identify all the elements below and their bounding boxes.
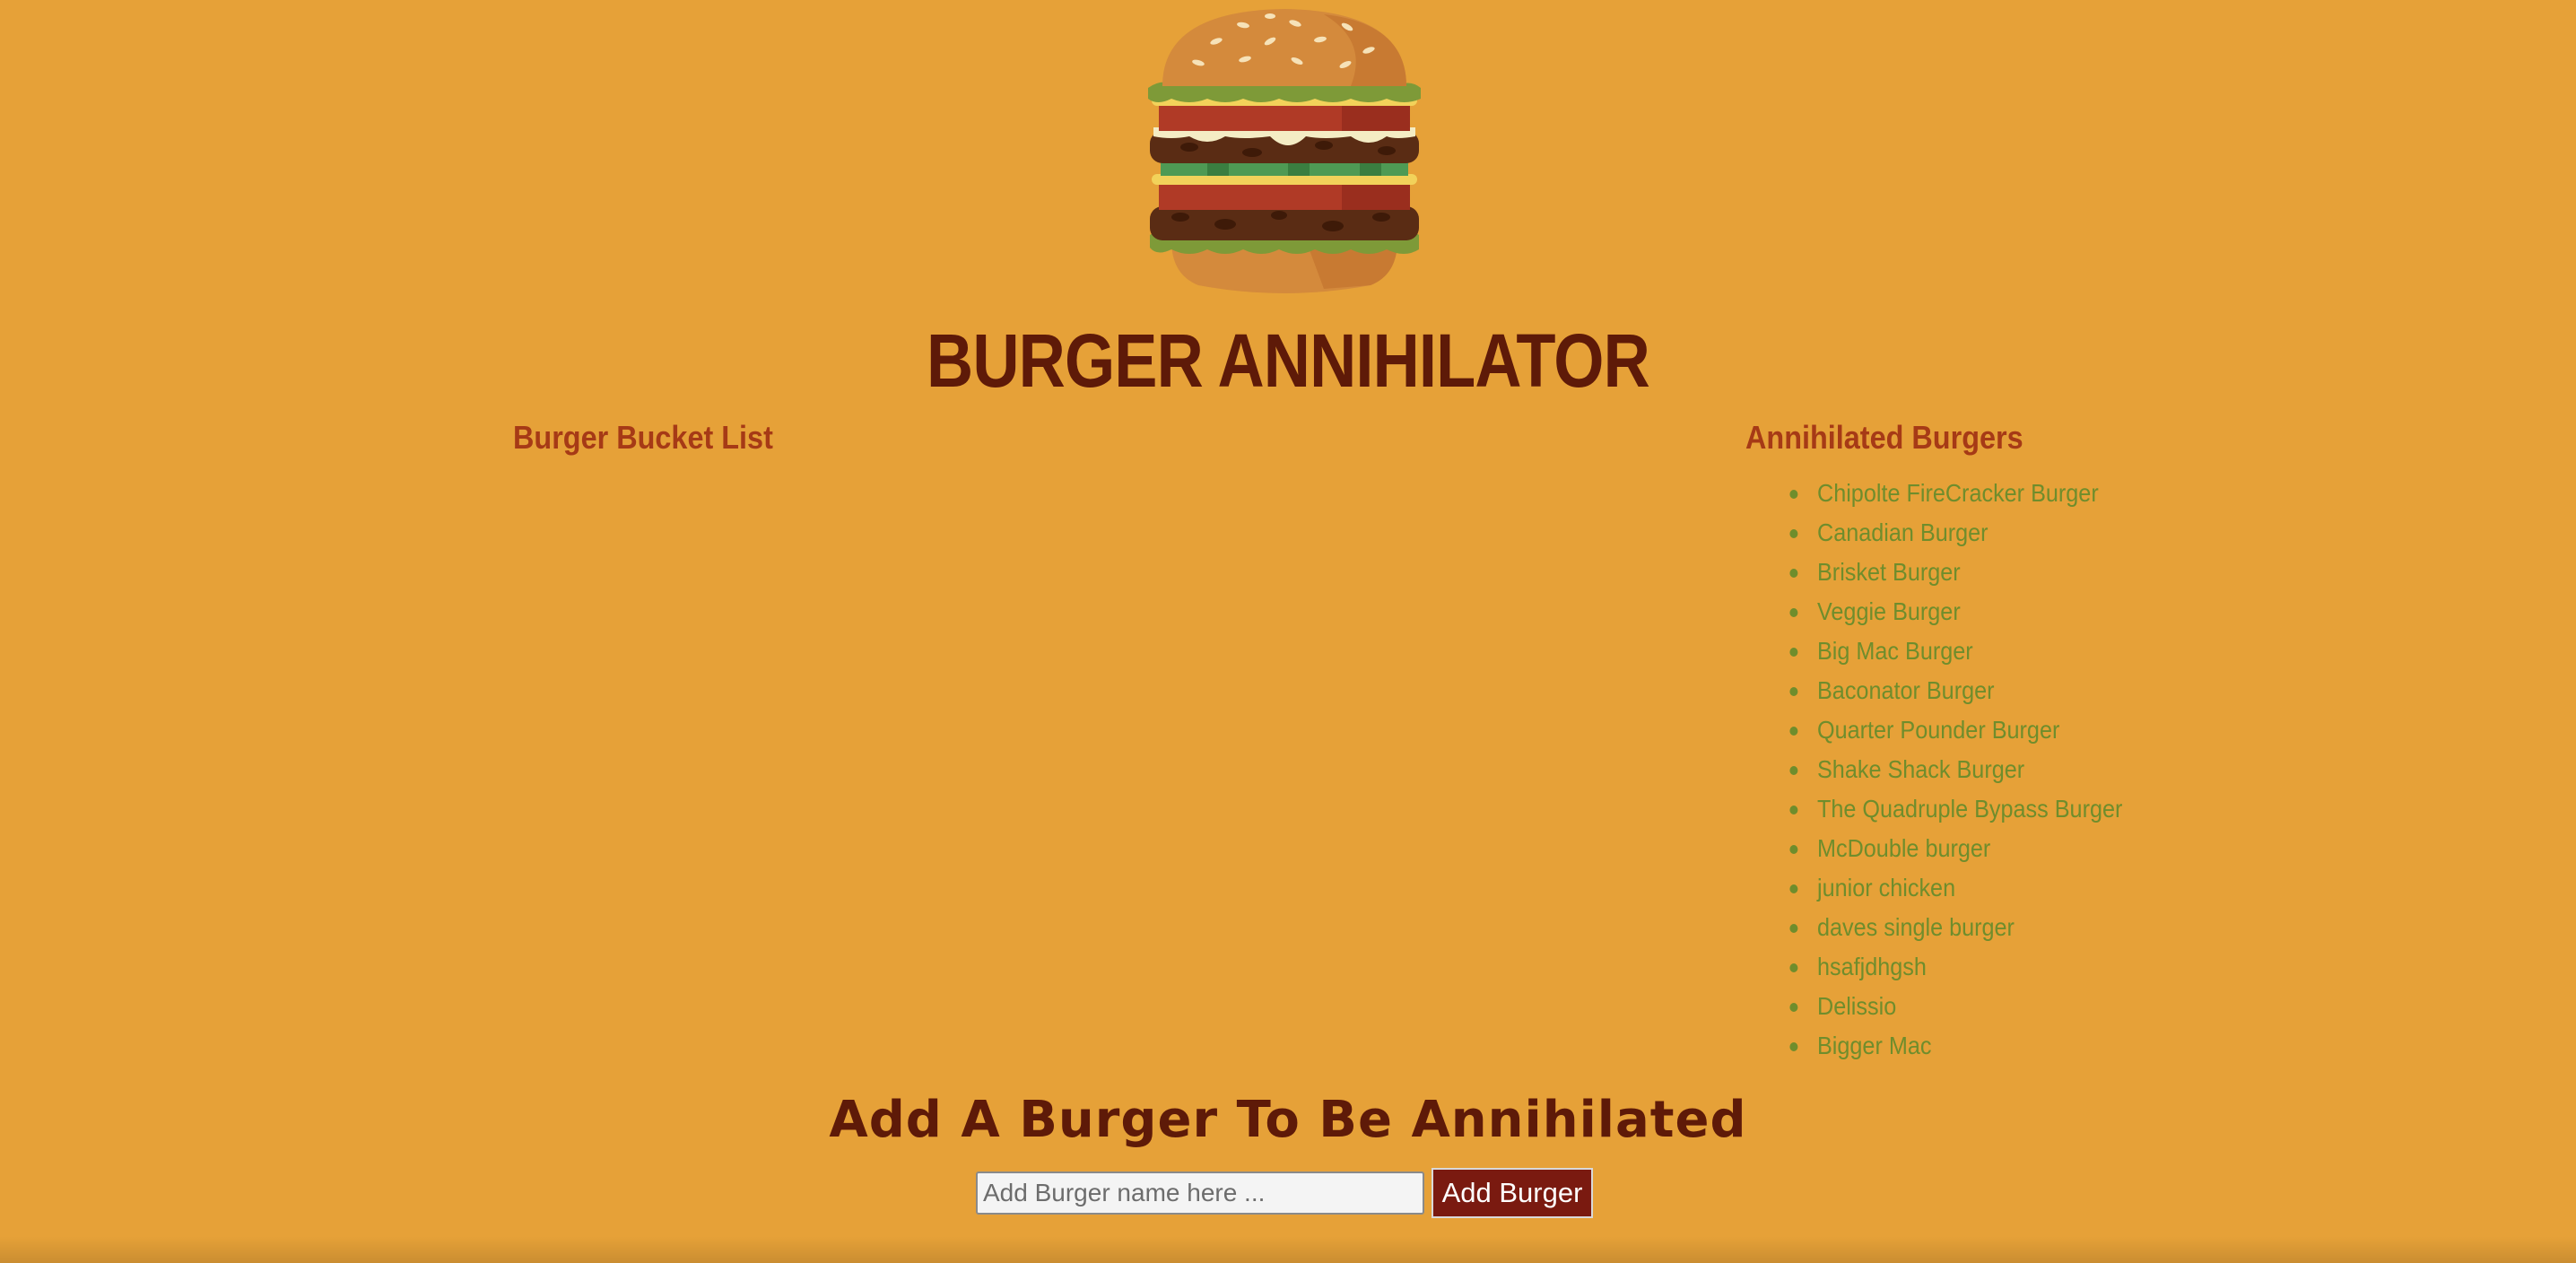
list-item: Quarter Pounder Burger [1789, 710, 2122, 750]
list-item-label: Bigger Mac [1817, 1032, 1932, 1059]
list-item-label: The Quadruple Bypass Burger [1817, 795, 2123, 823]
bullet-icon [1789, 648, 1798, 657]
list-item-label: daves single burger [1817, 913, 2015, 941]
list-item-label: Canadian Burger [1817, 518, 1989, 546]
list-item-label: Chipolte FireCracker Burger [1817, 479, 2099, 507]
burger-logo-icon [1148, 9, 1421, 293]
list-item-label: Quarter Pounder Burger [1817, 716, 2060, 744]
list-item: hsafjdhgsh [1789, 947, 2122, 987]
list-item: Bigger Mac [1789, 1026, 2122, 1066]
list-item-label: hsafjdhgsh [1817, 953, 1927, 980]
bullet-icon [1789, 687, 1798, 696]
list-item-label: Baconator Burger [1817, 676, 1995, 704]
bullet-icon [1789, 845, 1798, 854]
list-item: Chipolte FireCracker Burger [1789, 474, 2122, 513]
bullet-icon [1789, 806, 1798, 814]
bullet-icon [1789, 766, 1798, 775]
list-item: The Quadruple Bypass Burger [1789, 789, 2123, 829]
list-item-label: Big Mac Burger [1817, 637, 1973, 665]
bullet-icon [1789, 1042, 1798, 1051]
list-item: daves single burger [1789, 908, 2122, 947]
list-item-label: Delissio [1817, 992, 1897, 1020]
annihilated-heading: Annihilated Burgers [1745, 419, 2023, 456]
list-item: Canadian Burger [1789, 513, 2122, 553]
bullet-icon [1789, 1003, 1798, 1012]
list-item-label: Veggie Burger [1817, 597, 1961, 625]
list-item: Delissio [1789, 987, 2122, 1026]
list-item-label: junior chicken [1817, 874, 1956, 902]
list-item-label: Shake Shack Burger [1817, 755, 2025, 783]
list-item: Brisket Burger [1789, 553, 2122, 592]
bullet-icon [1789, 608, 1798, 617]
bottom-shadow [0, 1236, 2576, 1263]
bullet-icon [1789, 963, 1798, 972]
add-burger-heading: Add A Burger To Be Annihilated [829, 1091, 1747, 1149]
annihilated-list: Chipolte FireCracker Burger Canadian Bur… [1745, 474, 2156, 1066]
bucket-list-heading: Burger Bucket List [513, 419, 773, 456]
list-item: Big Mac Burger [1789, 632, 2122, 671]
list-item: Veggie Burger [1789, 592, 2122, 632]
list-item: Shake Shack Burger [1789, 750, 2122, 789]
add-burger-button[interactable]: Add Burger [1432, 1168, 1593, 1218]
list-item: McDouble burger [1789, 829, 2122, 868]
page: BURGER ANNIHILATOR Burger Bucket List An… [0, 0, 2576, 1263]
list-item-label: McDouble burger [1817, 834, 1991, 862]
list-item: Baconator Burger [1789, 671, 2122, 710]
bullet-icon [1789, 529, 1798, 538]
bullet-icon [1789, 490, 1798, 499]
list-item-label: Brisket Burger [1817, 558, 1961, 586]
page-title: BURGER ANNIHILATOR [927, 318, 1650, 403]
bullet-icon [1789, 727, 1798, 736]
burger-name-input[interactable] [976, 1172, 1424, 1215]
bullet-icon [1789, 884, 1798, 893]
list-item: junior chicken [1789, 868, 2122, 908]
bullet-icon [1789, 569, 1798, 578]
bullet-icon [1789, 924, 1798, 933]
